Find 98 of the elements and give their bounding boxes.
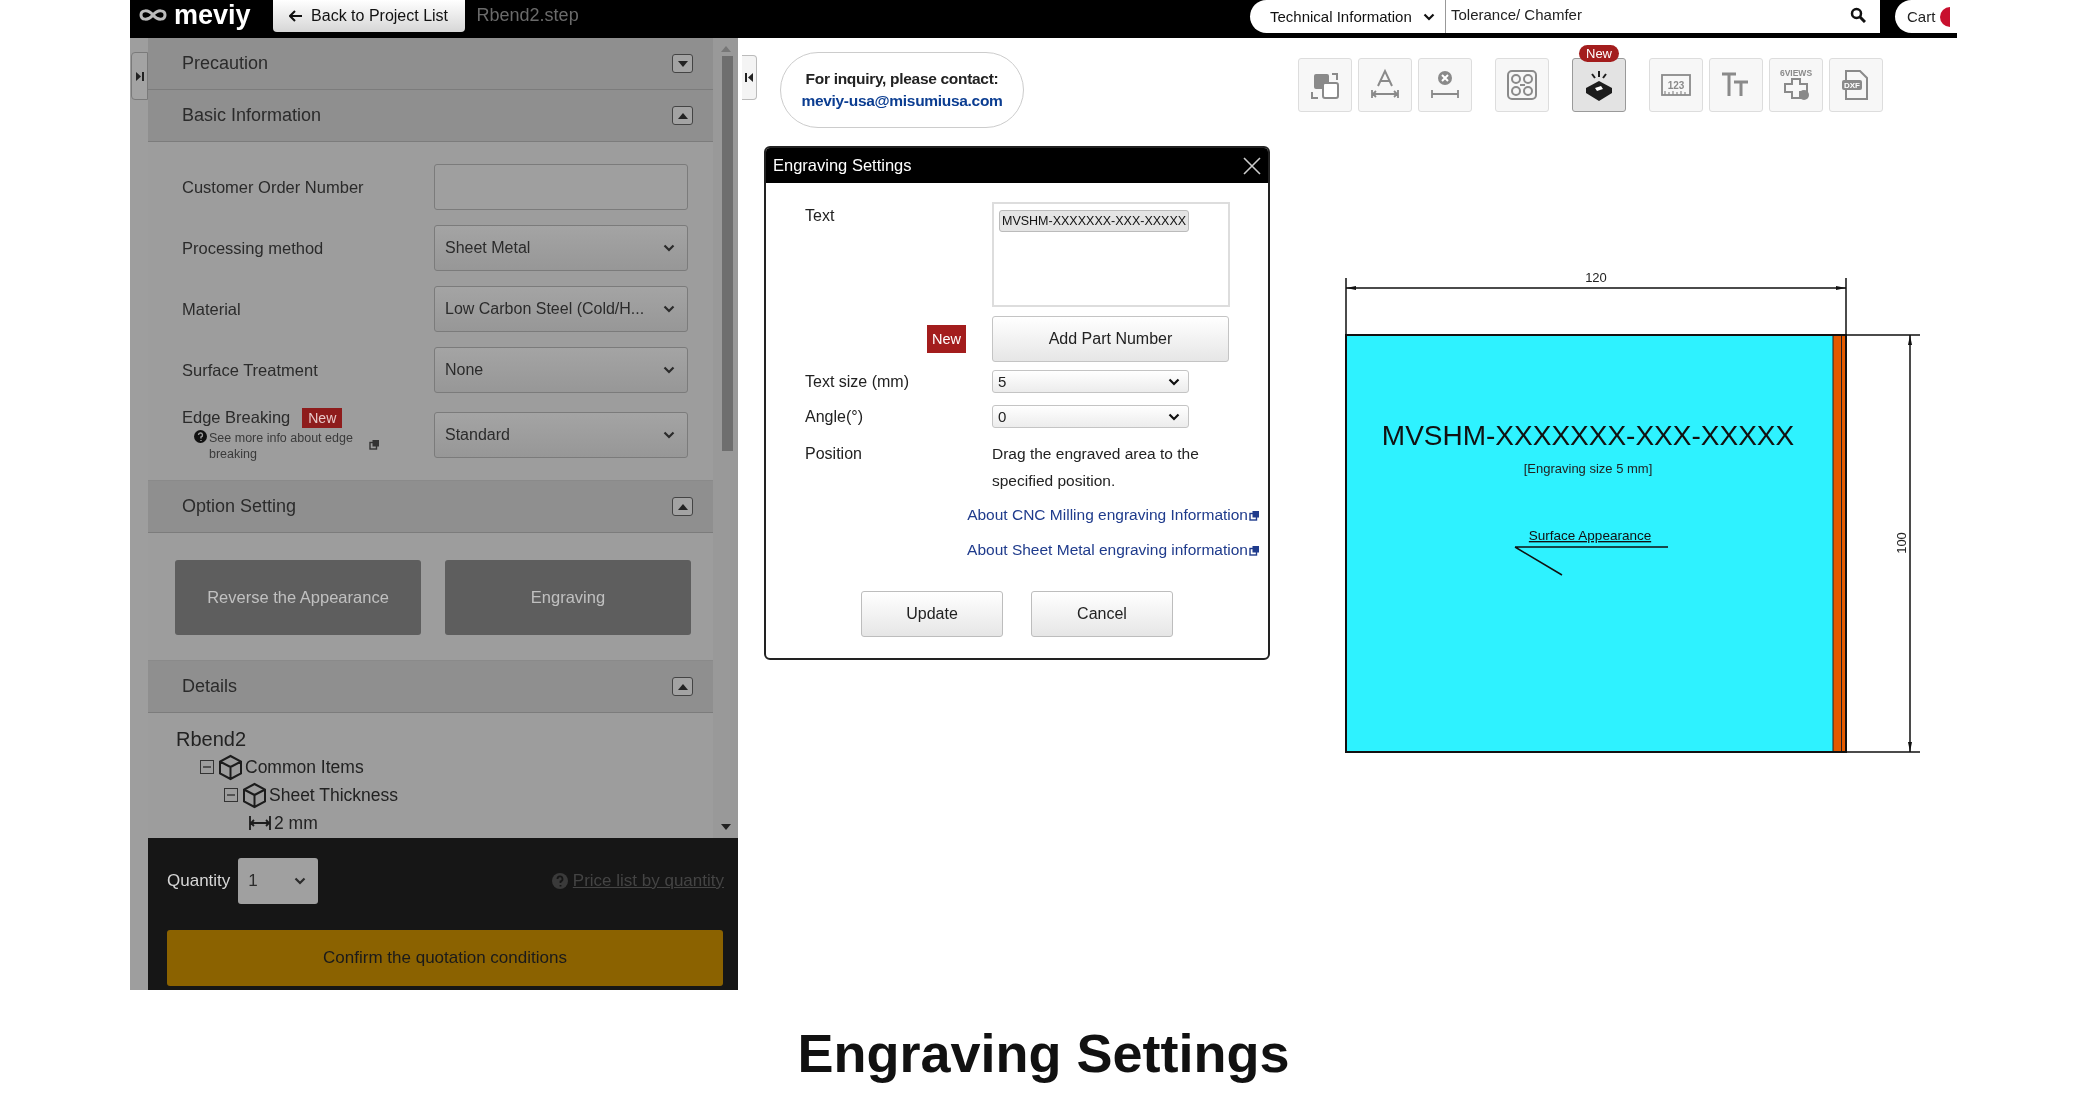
collapse-toggle[interactable]: [672, 54, 693, 73]
dropdown[interactable]: None: [434, 347, 688, 393]
email-link[interactable]: meviy-usa@misumiusa.com: [801, 92, 1003, 110]
expand-tab[interactable]: [131, 52, 148, 100]
new-badge: New: [927, 325, 966, 353]
engraving-text[interactable]: MVSHM-XXXXXXX-XXX-XXXXX: [1381, 420, 1795, 451]
help-icon: [194, 430, 207, 443]
back-button[interactable]: Back to Project List: [272, 0, 465, 32]
triangle-icon: [677, 112, 688, 119]
collapse-toggle[interactable]: [672, 677, 693, 696]
tree-item[interactable]: Sheet Thickness: [269, 784, 399, 806]
cube-icon: [218, 753, 243, 781]
new-badge: New: [1579, 45, 1619, 62]
collapse-toggle[interactable]: [672, 497, 693, 516]
help-link[interactable]: See more info about edge breaking: [209, 430, 367, 462]
chevron-icon: [663, 366, 675, 374]
confirm-button[interactable]: Confirm the quotation conditions: [167, 930, 723, 986]
field-label: Angle(°): [805, 407, 864, 426]
cart-badge: [1940, 6, 1951, 27]
skip-icon: [135, 71, 144, 81]
arrow-left-icon: [289, 10, 304, 22]
search-field[interactable]: Tolerance/ Chamfer: [1445, 0, 1880, 33]
part-number-tag: MVSHM-XXXXXXX-XXX-XXXXX: [999, 210, 1190, 232]
scrollbar-thumb[interactable]: [722, 56, 733, 451]
collapse-toggle[interactable]: [224, 788, 238, 802]
minus-icon: [227, 791, 235, 799]
collapse-toggle[interactable]: [200, 760, 214, 774]
chevron-icon: [294, 877, 307, 885]
collapse-toggle[interactable]: [672, 106, 693, 125]
file-name: Rbend2.step: [476, 4, 579, 27]
chevron-icon: [1168, 377, 1180, 386]
surface-label: Surface Appearance: [1528, 528, 1652, 543]
dimension-label: 120: [1585, 270, 1607, 285]
cube-icon: [242, 781, 267, 809]
contact-text: For inquiry, please contact:: [805, 70, 999, 88]
field-label: Material: [182, 299, 241, 318]
chevron-icon: [1423, 12, 1435, 21]
triangle-icon: [677, 60, 688, 67]
search-icon: [1850, 6, 1866, 23]
field-label: Text: [805, 207, 836, 225]
scroll-down-icon[interactable]: [720, 824, 731, 830]
engraving-size-note: [Engraving size 5 mm]: [1523, 461, 1653, 476]
info-link[interactable]: About CNC Milling engraving Information: [967, 506, 1248, 524]
chevron-icon: [663, 431, 675, 439]
dialog-title: Engraving Settings: [773, 156, 912, 175]
dialog-button[interactable]: Update: [861, 591, 1003, 637]
logo: meviy: [174, 0, 251, 31]
minus-icon: [203, 763, 211, 771]
section-title: Details: [182, 676, 238, 697]
dropdown[interactable]: Sheet Metal: [434, 225, 688, 271]
triangle-icon: [677, 683, 688, 690]
chevron-icon: [1168, 412, 1180, 421]
skip-icon: [745, 73, 753, 82]
field-label: Surface Treatment: [182, 360, 318, 379]
position-hint: Drag the engraved area to the specified position.: [992, 444, 1200, 491]
section-title: Basic Information: [182, 105, 322, 126]
toolbar-button[interactable]: 123: [1649, 58, 1703, 112]
tree-item[interactable]: Common Items: [245, 756, 364, 778]
external-link-icon: [369, 439, 380, 450]
quantity-label: Quantity: [167, 871, 231, 891]
help-icon: [551, 873, 568, 889]
chevron-icon: [663, 244, 675, 252]
part-face[interactable]: [1345, 334, 1847, 753]
cart-button[interactable]: Cart: [1895, 0, 1957, 33]
toolbar-button[interactable]: [1572, 58, 1626, 112]
close-button[interactable]: [1242, 155, 1262, 176]
close-icon: [1242, 155, 1262, 176]
quantity-dropdown[interactable]: 1: [238, 858, 319, 904]
triangle-icon: [677, 503, 688, 510]
info-link[interactable]: About Sheet Metal engraving information: [967, 541, 1248, 559]
field-label: Position: [805, 444, 863, 464]
dimension-label: 100: [1894, 532, 1909, 554]
dimension-icon: [248, 815, 272, 831]
tree-item[interactable]: 2 mm: [274, 812, 318, 834]
text-area[interactable]: MVSHM-XXXXXXX-XXX-XXXXX: [992, 202, 1230, 307]
section-title: Option Setting: [182, 496, 297, 517]
dropdown[interactable]: Low Carbon Steel (Cold/H...: [434, 286, 688, 332]
category-dropdown[interactable]: Technical Information: [1250, 0, 1445, 33]
dropdown[interactable]: 0: [992, 405, 1189, 428]
field-label: Processing method: [182, 238, 324, 257]
field-label: Text size (mm): [805, 372, 910, 391]
section-title: Precaution: [182, 53, 269, 74]
new-badge: New: [302, 408, 343, 428]
add-part-number-button[interactable]: Add Part Number: [992, 316, 1229, 362]
dropdown[interactable]: Standard: [434, 412, 688, 458]
field-label: Customer Order Number: [182, 177, 364, 196]
toolbar-button[interactable]: DXF: [1829, 58, 1883, 112]
external-link-icon: [1249, 544, 1260, 556]
field-label: Edge Breaking: [182, 408, 291, 426]
dialog-button[interactable]: Cancel: [1031, 591, 1173, 637]
chevron-icon: [663, 305, 675, 313]
text-field[interactable]: [434, 164, 688, 210]
hole-layout-icon: [1505, 68, 1539, 102]
tree-root: Rbend2: [176, 727, 248, 752]
toolbar-button[interactable]: 6VIEWS: [1769, 58, 1823, 112]
external-link-icon: [1249, 509, 1260, 521]
collapse-tab[interactable]: [742, 55, 757, 100]
dropdown[interactable]: 5: [992, 370, 1189, 393]
